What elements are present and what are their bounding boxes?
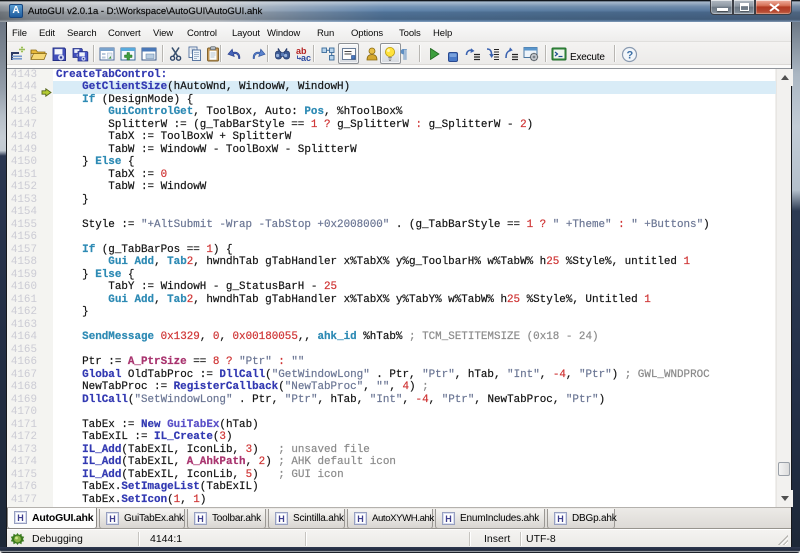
- svg-text:ac: ac: [301, 53, 311, 62]
- svg-text:?: ?: [627, 50, 634, 62]
